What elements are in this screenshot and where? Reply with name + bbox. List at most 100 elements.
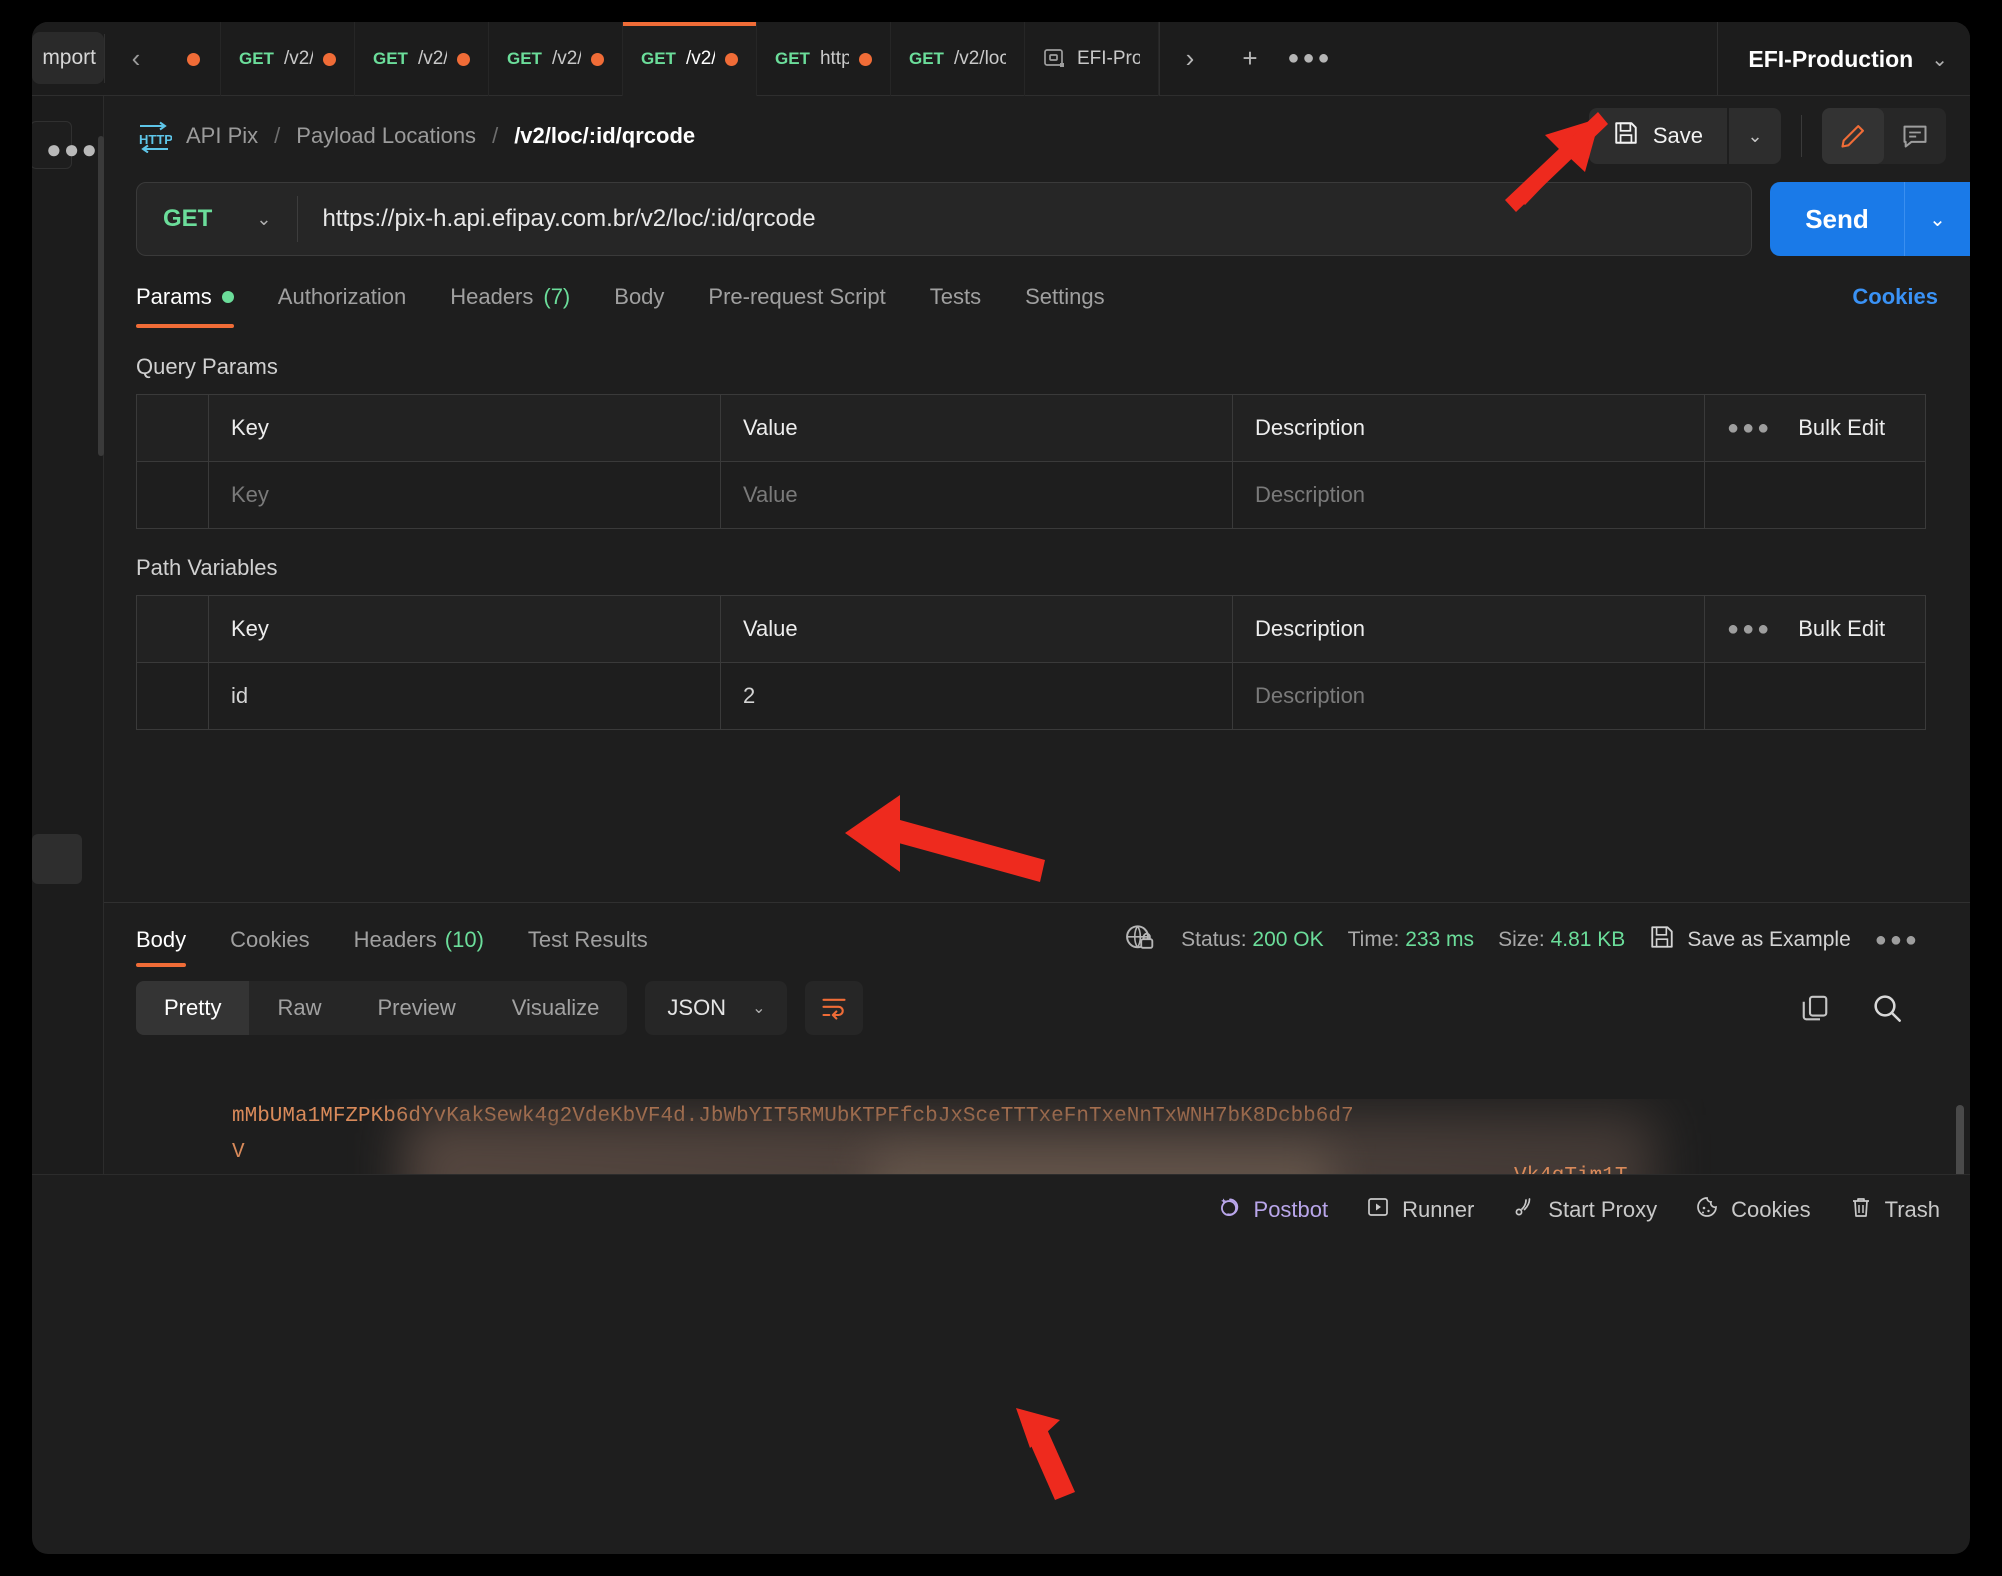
- url-input[interactable]: [298, 205, 1751, 233]
- breadcrumb-folder[interactable]: Payload Locations: [296, 123, 476, 149]
- table-row: Key Value Description: [137, 462, 1925, 529]
- format-selector[interactable]: JSON ⌄: [645, 981, 788, 1035]
- edit-pencil-icon[interactable]: [1822, 108, 1884, 164]
- environment-tab[interactable]: EFI-Pro: [1025, 22, 1159, 96]
- trash-button[interactable]: Trash: [1849, 1195, 1940, 1225]
- send-options-button[interactable]: ⌄: [1904, 182, 1970, 256]
- save-as-example-button[interactable]: Save as Example: [1649, 924, 1851, 956]
- path-variables-title: Path Variables: [136, 555, 278, 580]
- wrap-lines-button[interactable]: [805, 981, 864, 1035]
- value-input[interactable]: 2: [721, 663, 1233, 729]
- search-icon[interactable]: [1860, 981, 1914, 1035]
- tab-label: /v2/: [417, 48, 447, 69]
- params-modified-dot-icon: [221, 291, 234, 303]
- start-proxy-label: Start Proxy: [1548, 1196, 1658, 1222]
- postbot-label: Postbot: [1253, 1196, 1329, 1222]
- request-tab[interactable]: GET /v2/: [221, 22, 355, 96]
- cookies-button[interactable]: Cookies: [1695, 1195, 1811, 1225]
- row-checkbox[interactable]: [137, 462, 209, 528]
- tab-label: Authorization: [277, 284, 407, 309]
- request-tab[interactable]: GET /v2/loc: [891, 22, 1025, 96]
- environment-selector[interactable]: EFI-Production ⌄: [1717, 22, 1970, 96]
- response-more-options-button[interactable]: ●●●: [1875, 929, 1920, 952]
- key-input[interactable]: id: [209, 663, 721, 729]
- sidebar-more-button[interactable]: ●●●: [46, 134, 99, 165]
- open-tabs-list: GET /v2/ GET /v2/ GET /v2/ GET /v2/ GET: [167, 22, 1159, 96]
- code-content[interactable]: mMbUMa1MFZPKb6dYvKakSewk4g2VdeKbVF4d.JbW…: [232, 1099, 1970, 1174]
- tab-label: Settings: [1025, 284, 1105, 309]
- query-params-title: Query Params: [136, 354, 278, 379]
- bulk-edit-button[interactable]: ●●● Bulk Edit: [1705, 395, 1925, 461]
- request-tab[interactable]: GET /v2/: [355, 22, 489, 96]
- start-proxy-button[interactable]: Start Proxy: [1512, 1195, 1657, 1225]
- select-all-checkbox-cell[interactable]: [137, 395, 209, 461]
- unsaved-dot-icon: [725, 52, 738, 66]
- value-input[interactable]: Value: [721, 462, 1233, 528]
- save-options-button[interactable]: ⌄: [1729, 108, 1781, 164]
- tab-pre-request-script[interactable]: Pre-request Script: [686, 284, 907, 328]
- column-value: Value: [721, 395, 1233, 461]
- view-preview[interactable]: Preview: [349, 981, 483, 1035]
- column-value: Value: [721, 596, 1233, 662]
- tab-method: GET: [775, 49, 810, 68]
- tabs-scroll-right-button[interactable]: ›: [1160, 22, 1220, 96]
- code-fragment: Vk4qTim1T: [1514, 1159, 1627, 1174]
- tab-response-headers[interactable]: Headers (10): [332, 903, 506, 977]
- bulk-edit-button[interactable]: ●●● Bulk Edit: [1705, 596, 1925, 662]
- new-tab-button[interactable]: +: [1220, 22, 1280, 96]
- column-description: Description: [1233, 596, 1705, 662]
- sidebar-item-placeholder[interactable]: [32, 834, 82, 884]
- tab-tests[interactable]: Tests: [908, 284, 1003, 328]
- key-input[interactable]: Key: [209, 462, 721, 528]
- url-bar: GET ⌄ Send ⌄: [104, 182, 1970, 256]
- tab-label: Headers: [353, 927, 437, 952]
- request-tab[interactable]: GET /v2/: [489, 22, 623, 96]
- request-tab-active[interactable]: GET /v2/: [623, 22, 757, 96]
- description-input[interactable]: Description: [1233, 462, 1705, 528]
- tab-body[interactable]: Body: [592, 284, 686, 328]
- tab-headers[interactable]: Headers (7): [428, 284, 592, 328]
- tab-label: Cookies: [230, 927, 310, 952]
- send-button[interactable]: Send: [1770, 182, 1904, 256]
- postbot-button[interactable]: Postbot: [1216, 1194, 1329, 1226]
- tab-response-body[interactable]: Body: [136, 903, 208, 977]
- tab-response-cookies[interactable]: Cookies: [208, 903, 331, 977]
- save-icon: [1649, 924, 1675, 956]
- tab-settings[interactable]: Settings: [1003, 284, 1127, 328]
- tab-test-results[interactable]: Test Results: [506, 903, 670, 977]
- runner-button[interactable]: Runner: [1366, 1195, 1474, 1225]
- cookies-link[interactable]: Cookies: [1852, 284, 1938, 328]
- request-tab[interactable]: [167, 22, 221, 96]
- response-body-viewer[interactable]: 4 5 mMbUMa1MFZPKb6dYvKakSewk4g2VdeKbVF4d…: [136, 1099, 1970, 1174]
- select-all-checkbox-cell[interactable]: [137, 596, 209, 662]
- breadcrumb-collection[interactable]: API Pix: [186, 123, 258, 149]
- more-options-icon: ●●●: [1727, 416, 1773, 439]
- tab-authorization[interactable]: Authorization: [256, 284, 428, 328]
- view-raw[interactable]: Raw: [249, 981, 349, 1035]
- row-checkbox[interactable]: [137, 663, 209, 729]
- method-selector[interactable]: GET ⌄: [137, 205, 297, 233]
- tab-options-button[interactable]: ●●●: [1280, 22, 1340, 96]
- proxy-icon: [1512, 1195, 1536, 1225]
- description-input[interactable]: Description: [1233, 663, 1705, 729]
- save-icon: [1613, 120, 1639, 152]
- comment-icon[interactable]: [1884, 108, 1946, 164]
- view-visualize[interactable]: Visualize: [484, 981, 628, 1035]
- table-header-row: Key Value Description ●●● Bulk Edit: [137, 395, 1925, 462]
- copy-icon[interactable]: [1788, 981, 1842, 1035]
- code-scrollbar-horizontal[interactable]: [1956, 1110, 1964, 1138]
- view-pretty[interactable]: Pretty: [136, 981, 250, 1035]
- response-pane: Body Cookies Headers (10) Test Results S…: [104, 902, 1970, 1174]
- save-button[interactable]: Save: [1588, 108, 1727, 164]
- status-value: 200 OK: [1252, 928, 1324, 951]
- request-actions: Save ⌄: [1588, 108, 1946, 164]
- tab-label: /v2/: [551, 48, 581, 69]
- time-label: Time: 233 ms: [1347, 928, 1475, 951]
- import-button[interactable]: mport: [32, 32, 104, 84]
- tabs-scroll-left-button[interactable]: ‹: [105, 22, 167, 95]
- trash-icon: [1849, 1195, 1873, 1225]
- tab-params[interactable]: Params: [136, 284, 256, 328]
- postman-window: mport ‹ GET /v2/ GET /v2/ GET /v2/ GET /…: [32, 22, 1970, 1174]
- request-tab[interactable]: GET http:: [757, 22, 891, 96]
- url-input-group: GET ⌄: [136, 182, 1752, 256]
